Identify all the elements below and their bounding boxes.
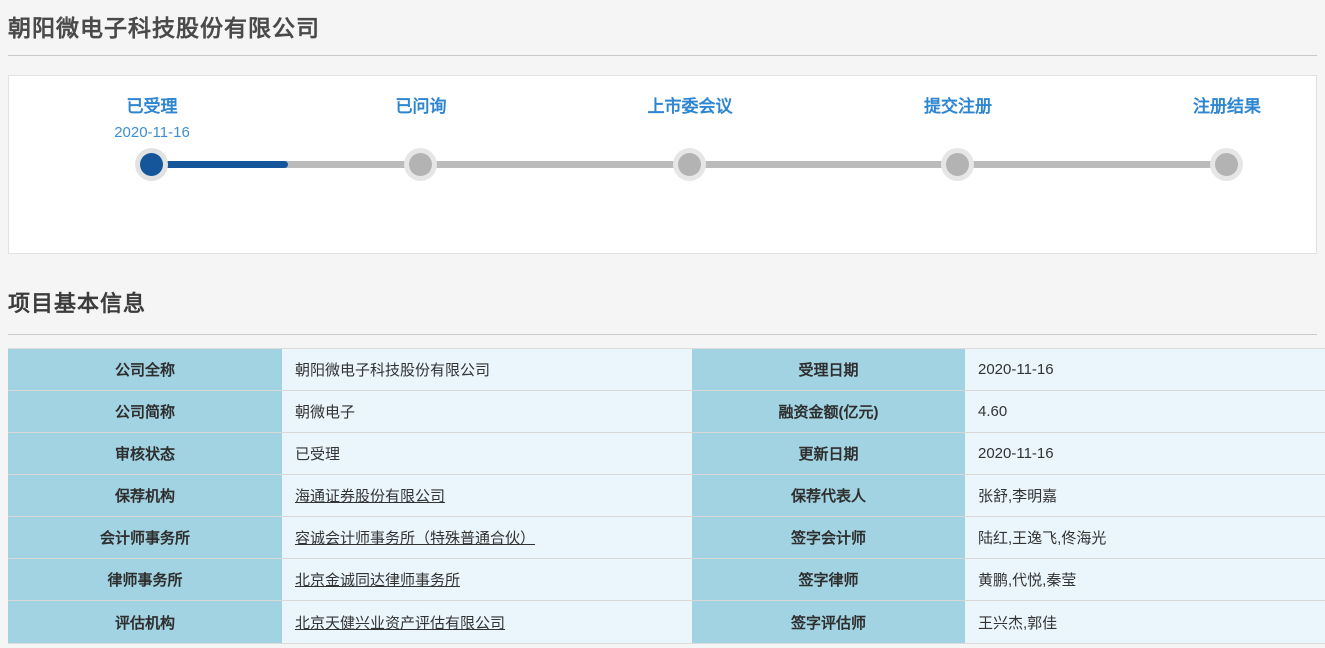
status-stepper-panel: 已受理 2020-11-16 已问询 上市委会议 提交注册 注册结果	[8, 75, 1317, 254]
field-label-acceptance-date: 受理日期	[692, 349, 965, 390]
field-label-signing-accountants: 签字会计师	[692, 517, 965, 558]
field-value-sponsor-representatives: 张舒,李明嘉	[965, 475, 1325, 516]
table-row: 审核状态 已受理 更新日期 2020-11-16	[8, 433, 1325, 475]
table-row: 评估机构 北京天健兴业资产评估有限公司 签字评估师 王兴杰,郭佳	[8, 601, 1325, 643]
step-dot-icon	[678, 153, 701, 176]
sponsor-link[interactable]: 海通证券股份有限公司	[295, 485, 445, 506]
field-value-update-date: 2020-11-16	[965, 433, 1325, 474]
step-registration-result: 注册结果	[1107, 76, 1325, 176]
field-value-text: 张舒,李明嘉	[978, 488, 1058, 505]
step-date	[1107, 124, 1325, 142]
field-value-text: 王兴杰,郭佳	[978, 614, 1058, 632]
law-firm-link[interactable]: 北京金诚同达律师事务所	[295, 569, 460, 590]
field-label-financing-amount: 融资金额(亿元)	[692, 391, 965, 432]
status-stepper: 已受理 2020-11-16 已问询 上市委会议 提交注册 注册结果	[9, 76, 1316, 253]
table-row: 律师事务所 北京金诚同达律师事务所 签字律师 黄鹏,代悦,秦莹	[8, 559, 1325, 601]
page-header: 朝阳微电子科技股份有限公司	[8, 0, 1317, 56]
project-info-table: 公司全称 朝阳微电子科技股份有限公司 受理日期 2020-11-16 公司简称 …	[8, 348, 1325, 644]
field-value-signing-accountants: 陆红,王逸飞,佟海光	[965, 517, 1325, 558]
step-date	[838, 124, 1078, 142]
field-value-text: 黄鹏,代悦,秦莹	[978, 572, 1077, 589]
appraisal-firm-link[interactable]: 北京天健兴业资产评估有限公司	[295, 612, 505, 633]
step-listing-committee: 上市委会议	[570, 76, 810, 176]
section-title: 项目基本信息	[8, 291, 147, 316]
page: 朝阳微电子科技股份有限公司 已受理 2020-11-16 已问询 上市委会议 提…	[0, 0, 1325, 644]
step-date: 2020-11-16	[114, 124, 190, 141]
field-value-signing-appraisers: 王兴杰,郭佳	[965, 601, 1325, 643]
step-dot-icon	[946, 153, 969, 176]
field-value-text: 2020-11-16	[978, 445, 1054, 462]
step-label: 已受理	[126, 97, 178, 116]
field-value-text: 朝阳微电子科技股份有限公司	[295, 362, 491, 379]
field-label-company-short-name: 公司简称	[8, 391, 282, 432]
field-label-sponsor: 保荐机构	[8, 475, 282, 516]
field-label-appraisal-agency: 评估机构	[8, 601, 282, 643]
field-label-law-firm: 律师事务所	[8, 559, 282, 600]
field-label-update-date: 更新日期	[692, 433, 965, 474]
step-dot-icon	[1215, 153, 1238, 176]
field-label-sponsor-representatives: 保荐代表人	[692, 475, 965, 516]
step-label: 上市委会议	[647, 97, 733, 116]
field-value-company-full-name: 朝阳微电子科技股份有限公司	[282, 349, 692, 390]
step-date	[570, 124, 810, 142]
field-value-text: 朝微电子	[295, 404, 356, 421]
field-value-company-short-name: 朝微电子	[282, 391, 692, 432]
field-value-text: 已受理	[295, 446, 341, 463]
field-value-acceptance-date: 2020-11-16	[965, 349, 1325, 390]
field-value-text: 4.60	[978, 403, 1008, 420]
field-value-appraisal-agency: 北京天健兴业资产评估有限公司	[282, 601, 692, 643]
table-row: 公司全称 朝阳微电子科技股份有限公司 受理日期 2020-11-16	[8, 349, 1325, 391]
field-value-review-status: 已受理	[282, 433, 692, 474]
field-value-text: 陆红,王逸飞,佟海光	[978, 530, 1107, 547]
step-label: 提交注册	[924, 97, 992, 116]
step-submit-registration: 提交注册	[838, 76, 1078, 176]
field-label-signing-appraisers: 签字评估师	[692, 601, 965, 643]
section-header: 项目基本信息	[8, 286, 1317, 335]
field-label-signing-lawyers: 签字律师	[692, 559, 965, 600]
field-label-accounting-firm: 会计师事务所	[8, 517, 282, 558]
step-label: 注册结果	[1193, 97, 1261, 116]
field-value-signing-lawyers: 黄鹏,代悦,秦莹	[965, 559, 1325, 600]
stepper-progress-bar	[152, 161, 288, 168]
field-value-text: 2020-11-16	[978, 361, 1054, 378]
field-value-financing-amount: 4.60	[965, 391, 1325, 432]
field-value-law-firm: 北京金诚同达律师事务所	[282, 559, 692, 600]
table-row: 会计师事务所 容诚会计师事务所（特殊普通合伙） 签字会计师 陆红,王逸飞,佟海光	[8, 517, 1325, 559]
field-value-sponsor: 海通证券股份有限公司	[282, 475, 692, 516]
table-row: 保荐机构 海通证券股份有限公司 保荐代表人 张舒,李明嘉	[8, 475, 1325, 517]
table-row: 公司简称 朝微电子 融资金额(亿元) 4.60	[8, 391, 1325, 433]
accounting-firm-link[interactable]: 容诚会计师事务所（特殊普通合伙）	[295, 527, 535, 548]
field-value-accounting-firm: 容诚会计师事务所（特殊普通合伙）	[282, 517, 692, 558]
field-label-company-full-name: 公司全称	[8, 349, 282, 390]
step-date	[301, 124, 541, 142]
step-accepted: 已受理 2020-11-16	[32, 76, 272, 176]
step-dot-icon	[140, 153, 163, 176]
step-label: 已问询	[395, 97, 447, 116]
page-title: 朝阳微电子科技股份有限公司	[8, 15, 320, 41]
step-dot-icon	[409, 153, 432, 176]
field-label-review-status: 审核状态	[8, 433, 282, 474]
step-inquired: 已问询	[301, 76, 541, 176]
